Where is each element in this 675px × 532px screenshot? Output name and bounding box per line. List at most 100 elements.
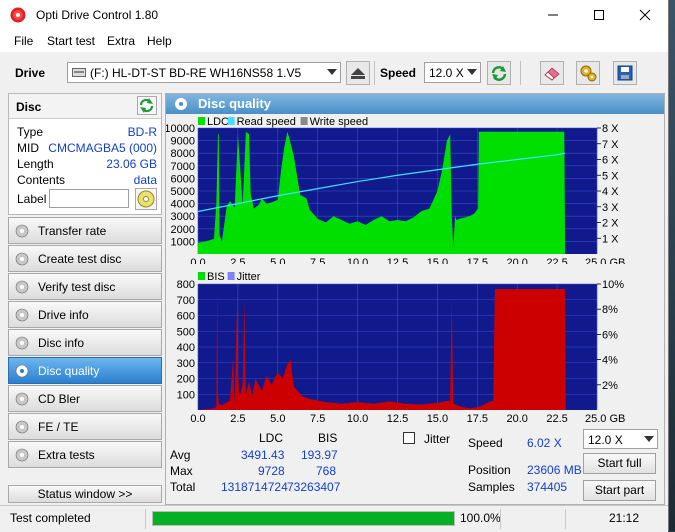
nav-create-test-disc[interactable]: Create test disc	[8, 245, 162, 272]
nav-disc-quality[interactable]: Disc quality	[8, 357, 162, 384]
y-tick-label: 800	[177, 279, 195, 291]
stats-total-ldc: 1318714724	[221, 480, 288, 494]
x-tick-label: 0.0	[190, 257, 205, 264]
jitter-checkbox[interactable]	[403, 432, 415, 444]
stats-max-label: Max	[170, 464, 193, 478]
nav-label: Create test disc	[38, 252, 122, 266]
y2-tick-label: 1 X	[602, 233, 619, 245]
stats-bis-header: BIS	[318, 431, 338, 445]
x-tick-label: 15.0	[427, 257, 448, 264]
disc-label-button[interactable]	[135, 188, 157, 210]
x-tick-label: 22.5	[546, 257, 567, 264]
nav-cd-bler[interactable]: CD Bler	[8, 385, 162, 412]
y2-tick-label: 6 X	[602, 155, 619, 167]
test-speed-select[interactable]: 12.0 X	[583, 429, 658, 449]
legend-label: LDC	[207, 116, 229, 128]
disc-label-input[interactable]	[49, 189, 129, 208]
y2-tick-label: 3 X	[602, 202, 619, 214]
stats-ldc-header: LDC	[259, 431, 284, 445]
stats-max-bis: 768	[316, 464, 337, 478]
eject-icon	[351, 68, 365, 79]
x-tick-label: 5.0	[270, 257, 285, 264]
drive-select[interactable]: (F:) HL-DT-ST BD-RE WH16NS58 1.V5	[67, 62, 341, 83]
legend-label: BIS	[207, 271, 225, 283]
drive-label: Drive	[15, 66, 46, 80]
y2-tick-label: 8%	[602, 304, 618, 316]
start-full-button[interactable]: Start full	[583, 453, 656, 474]
minimize-button[interactable]	[530, 0, 576, 30]
test-speed-value: 12.0 X	[588, 433, 623, 447]
legend-label: Jitter	[237, 271, 261, 283]
disc-icon	[15, 420, 29, 434]
elapsed-time: 21:12	[609, 511, 640, 525]
stats-total-bis: 73263407	[287, 480, 341, 494]
y-tick-label: 5000	[171, 186, 195, 198]
nav-drive-info[interactable]: Drive info	[8, 301, 162, 328]
nav-disc-info[interactable]: Disc info	[8, 329, 162, 356]
nav-label: FE / TE	[38, 420, 79, 434]
bis-chart: 100 200 300 400 500 600 700 800 2% 4% 6% 8% 10% 0.0 2.…	[177, 271, 626, 423]
erase-button[interactable]	[540, 61, 564, 85]
settings-button[interactable]	[576, 61, 600, 85]
menu-file[interactable]: File	[14, 34, 33, 48]
x-tick-label: 12.5	[387, 257, 408, 264]
legend-swatch	[300, 117, 308, 125]
nav-verify-test-disc[interactable]: Verify test disc	[8, 273, 162, 300]
refresh-speed-button[interactable]	[487, 61, 511, 85]
disc-refresh-button[interactable]	[137, 96, 157, 115]
disc-mid-value: CMCMAGBA5 (000)	[48, 141, 157, 155]
y-tick-label: 700	[177, 295, 195, 307]
position-value: 23606 MB	[527, 463, 582, 477]
x-tick-label: 12.5	[387, 413, 408, 423]
speed-stat-label: Speed	[468, 436, 503, 450]
status-divider	[565, 509, 566, 529]
chevron-down-icon	[327, 69, 337, 75]
gears-icon	[580, 65, 597, 82]
nav-extra-tests[interactable]: Extra tests	[8, 441, 162, 468]
y2-tick-label: 2 X	[602, 218, 619, 230]
maximize-button[interactable]	[576, 0, 622, 30]
disc-type-label: Type	[17, 125, 44, 139]
close-button[interactable]	[622, 0, 668, 30]
x-tick-label: 0.0	[190, 413, 205, 423]
eject-button[interactable]	[346, 61, 370, 85]
status-window-button[interactable]: Status window >>	[8, 485, 162, 503]
nav-fe-te[interactable]: FE / TE	[8, 413, 162, 440]
y-tick-label: 7000	[171, 161, 195, 173]
menu-help[interactable]: Help	[147, 34, 172, 48]
x-tick-label: 5.0	[270, 413, 285, 423]
y2-tick-label: 4 X	[602, 186, 619, 198]
y-tick-label: 200	[177, 374, 195, 386]
x-tick-label: 2.5	[230, 413, 245, 423]
menu-extra[interactable]: Extra	[107, 34, 135, 48]
chevron-down-icon	[644, 436, 654, 442]
nav-label: Extra tests	[38, 448, 95, 462]
app-disc-icon	[10, 7, 26, 23]
disc-icon	[15, 252, 29, 266]
legend-label: Write speed	[310, 116, 369, 128]
panel-title: Disc quality	[198, 96, 271, 111]
drive-select-value: (F:) HL-DT-ST BD-RE WH16NS58 1.V5	[90, 66, 302, 80]
y2-tick-label: 7 X	[602, 139, 619, 151]
samples-label: Samples	[468, 480, 515, 494]
status-text: Test completed	[10, 511, 91, 525]
legend-swatch	[198, 117, 205, 125]
progress-fill	[153, 512, 454, 525]
legend-swatch	[227, 117, 235, 125]
menu-start-test[interactable]: Start test	[47, 34, 95, 48]
save-button[interactable]	[613, 61, 637, 85]
speed-select[interactable]: 12.0 X	[424, 62, 481, 83]
y2-tick-label: 2%	[602, 380, 618, 392]
x-tick-label: 17.5	[467, 413, 488, 423]
speed-stat-value: 6.02 X	[527, 436, 562, 450]
start-part-button[interactable]: Start part	[583, 480, 656, 501]
nav-label: CD Bler	[38, 392, 81, 406]
title-bar: Opti Drive Control 1.80	[0, 0, 668, 30]
minimize-icon	[548, 14, 558, 16]
toolbar-separator	[520, 61, 521, 85]
disc-icon	[15, 448, 29, 462]
disc-icon	[15, 308, 29, 322]
status-bar: Test completed 100.0% 21:12	[0, 505, 668, 532]
disc-icon	[15, 224, 29, 238]
nav-transfer-rate[interactable]: Transfer rate	[8, 217, 162, 244]
